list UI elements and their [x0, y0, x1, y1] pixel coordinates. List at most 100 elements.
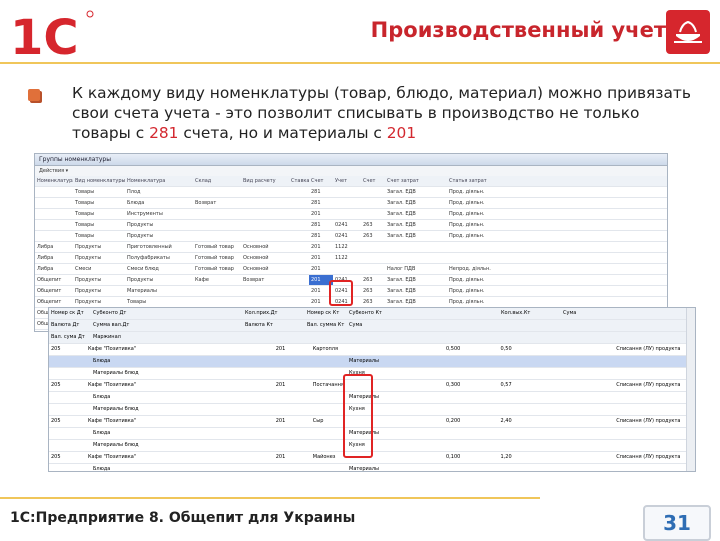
table-cell: 1122 [335, 255, 348, 261]
table-cell: Материалы блюд [93, 442, 139, 448]
table-cell: 0,200 [446, 418, 461, 424]
table-cell: Вал. сума Дт [51, 334, 85, 340]
grid-header: Номер ск Дт Субконто Дт Кол.прих.Дт Номер с… [49, 308, 695, 320]
table-cell [289, 275, 309, 285]
top-divider [0, 62, 720, 64]
table-cell: Прод. діяльн. [449, 233, 485, 239]
table-cell: 201 [311, 244, 321, 250]
table-cell: Кафе "Позитивка" [88, 454, 137, 460]
table-cell: Непрод. діяльн. [449, 266, 491, 272]
table-cell: Материалы блюд [93, 406, 139, 412]
table-cell: Товары [75, 200, 95, 206]
table-cell: 0,500 [446, 346, 461, 352]
table-cell: Учет [335, 178, 347, 184]
table-cell: 1,20 [500, 454, 512, 460]
table-cell [305, 368, 347, 379]
table-cell: Основной [243, 255, 269, 261]
table-cell: 201 [311, 211, 321, 217]
table-cell [193, 187, 241, 197]
table-cell: 0,50 [500, 346, 512, 352]
table-cell [499, 356, 561, 367]
table-cell [289, 209, 309, 219]
table-cell: Блюда [93, 430, 111, 436]
table-cell: Готовый товар [195, 244, 234, 250]
table-row[interactable]: Товары Блюда Возврат 281 Загал. ЕДВ Прод. дія… [35, 198, 667, 209]
page-title: Производственный учет [370, 18, 666, 42]
table-cell: 201 [311, 266, 321, 272]
entry-type: Списання (ЛУ) продукта [616, 454, 681, 460]
table-cell [243, 404, 305, 415]
table-cell [193, 286, 241, 296]
scrollbar[interactable] [686, 308, 695, 471]
table-cell: 263 [363, 288, 373, 294]
table-cell: Статья затрат [449, 178, 487, 184]
table-cell: Загал. ЕДВ [387, 189, 416, 195]
table-cell: Прод. діяльн. [449, 189, 485, 195]
table-cell: 205 [51, 382, 61, 388]
table-cell: Прод. діяльн. [449, 200, 485, 206]
table-cell [499, 392, 561, 403]
table-cell: 281 [311, 200, 321, 206]
table-cell [289, 220, 309, 230]
table-cell [49, 392, 91, 403]
table-row[interactable]: Товары Плод 281 Загал. ЕДВ Прод. діяльн. [35, 187, 667, 198]
highlight-box-2 [343, 374, 373, 458]
table-cell [561, 404, 693, 415]
table-cell [361, 264, 385, 274]
table-row[interactable]: Блюда Материалы [49, 464, 695, 472]
table-cell [243, 428, 305, 439]
table-cell [499, 368, 561, 379]
nomenclature-groups-window[interactable]: Группы номенклатуры Действия ▾ Номенклат… [34, 153, 668, 332]
table-cell [385, 253, 447, 263]
table-row[interactable]: Товары Инструменты 201 Загал. ЕДВ Прод. діял… [35, 209, 667, 220]
table-cell: Счет [311, 178, 324, 184]
body-paragraph: К каждому виду номенклатуры (товар, блюд… [72, 83, 702, 143]
table-cell: Приготовленный [127, 244, 172, 250]
table-cell [361, 209, 385, 219]
table-cell: Прод. діяльн. [449, 211, 485, 217]
table-cell: Блюда [127, 200, 145, 206]
table-cell: Склад [195, 178, 212, 184]
table-cell: 281 [311, 222, 321, 228]
bottom-divider [0, 497, 540, 499]
table-row[interactable]: Либра Продукты Полуфабрикаты Готовый товар О… [35, 253, 667, 264]
table-cell: Товары [75, 222, 95, 228]
table-cell [361, 242, 385, 252]
table-cell: Материалы [349, 466, 379, 472]
table-cell: Картопля [312, 346, 338, 352]
table-row[interactable]: Блюда Материалы [49, 356, 695, 368]
table-row[interactable]: Либра Смеси Смеси блюд Готовый товар Основно… [35, 264, 667, 275]
table-cell [219, 452, 274, 463]
table-cell: Продукты [75, 277, 102, 283]
entries-window[interactable]: Номер ск Дт Субконто Дт Кол.прих.Дт Номер с… [48, 307, 696, 472]
table-cell: Продукты [75, 244, 102, 250]
table-cell [305, 392, 347, 403]
table-cell: Либра [37, 255, 54, 261]
table-cell: Продукты [75, 255, 102, 261]
table-cell [561, 392, 693, 403]
table-cell [499, 464, 561, 471]
table-cell [289, 187, 309, 197]
table-row[interactable]: Либра Продукты Приготовленный Готовый товар… [35, 242, 667, 253]
table-cell: Блюда [93, 394, 111, 400]
table-cell [361, 187, 385, 197]
table-cell: Налог ПДВ [387, 266, 416, 272]
table-cell [243, 356, 305, 367]
table-row[interactable]: Товары Продукты 281 0241 263 Загал. ЕДВ Прод. … [35, 231, 667, 242]
table-cell [561, 356, 693, 367]
table-cell: Номер ск Дт [51, 310, 84, 316]
table-cell [243, 464, 305, 471]
table-cell: Майонез [312, 454, 336, 460]
table-cell: Прод. діяльн. [449, 299, 485, 305]
table-cell: Вид расчету [243, 178, 276, 184]
table-cell: Основной [243, 244, 269, 250]
table-cell: 0,300 [446, 382, 461, 388]
table-cell: Общепит [37, 288, 62, 294]
table-cell: Сума [349, 322, 363, 328]
table-cell: Инструменты [127, 211, 163, 217]
table-cell: Кафе "Позитивка" [88, 382, 137, 388]
table-row[interactable]: Товары Продукты 281 0241 263 Загал. ЕДВ Прод. … [35, 220, 667, 231]
table-cell: Полуфабрикаты [127, 255, 170, 261]
table-row[interactable]: 205 Кафе "Позитивка" 201 Картопля 0,500 0,50 С… [49, 344, 695, 356]
table-cell: Кол.прих.Дт [245, 310, 278, 316]
